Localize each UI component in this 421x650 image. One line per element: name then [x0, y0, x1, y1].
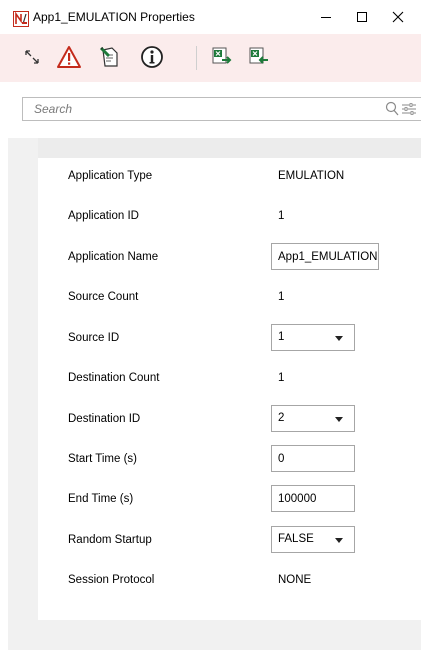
- properties-panel: Application Type EMULATION Application I…: [8, 138, 421, 650]
- search-input[interactable]: [24, 99, 364, 119]
- title-bar: App1_EMULATION Properties: [0, 0, 421, 34]
- property-label: Start Time (s): [68, 453, 138, 465]
- property-row-application-id: Application ID 1: [38, 198, 421, 238]
- edit-document-button[interactable]: [95, 42, 125, 72]
- chevron-down-icon: [335, 538, 343, 543]
- property-value: NONE: [278, 574, 312, 586]
- expand-button[interactable]: [17, 42, 47, 72]
- edit-document-icon: [99, 46, 118, 67]
- category-header[interactable]: [38, 138, 421, 158]
- random-startup-select[interactable]: FALSE: [271, 526, 355, 553]
- warnings-button[interactable]: [54, 42, 84, 72]
- property-label: Random Startup: [68, 534, 152, 546]
- search-bar: [0, 82, 421, 138]
- property-value: 1: [278, 210, 285, 222]
- chevron-down-icon: [335, 417, 343, 422]
- window-title: App1_EMULATION Properties: [33, 10, 195, 24]
- property-label: Source Count: [68, 291, 139, 303]
- property-row-start-time: Start Time (s): [38, 441, 421, 481]
- search-icon[interactable]: [385, 101, 399, 117]
- property-value: 1: [278, 372, 285, 384]
- property-grid: Application Type EMULATION Application I…: [38, 158, 421, 620]
- expand-icon: [25, 50, 39, 64]
- property-label: Destination ID: [68, 413, 141, 425]
- end-time-input[interactable]: [271, 485, 355, 512]
- info-icon: [141, 46, 163, 68]
- property-row-source-count: Source Count 1: [38, 279, 421, 319]
- property-label: Source ID: [68, 332, 120, 344]
- excel-export-icon: [212, 47, 232, 64]
- property-label: End Time (s): [68, 493, 134, 505]
- select-value: 1: [278, 331, 285, 343]
- source-id-select[interactable]: 1: [271, 324, 355, 351]
- property-label: Application Name: [68, 251, 159, 263]
- select-value: 2: [278, 412, 285, 424]
- warning-icon: [57, 46, 81, 68]
- maximize-icon: [357, 12, 367, 22]
- minimize-icon: [321, 17, 331, 18]
- export-excel-button[interactable]: [207, 42, 237, 72]
- property-row-end-time: End Time (s): [38, 481, 421, 521]
- search-box: [22, 97, 421, 121]
- import-excel-button[interactable]: [244, 42, 274, 72]
- toolbar: [0, 34, 421, 82]
- filter-options-icon[interactable]: [401, 102, 417, 116]
- chevron-down-icon: [335, 336, 343, 341]
- property-label: Application Type: [68, 170, 153, 182]
- property-row-random-startup: Random Startup FALSE: [38, 522, 421, 562]
- property-label: Destination Count: [68, 372, 160, 384]
- toolbar-separator: [196, 46, 197, 70]
- property-value: 1: [278, 291, 285, 303]
- start-time-input[interactable]: [271, 445, 355, 472]
- property-label: Session Protocol: [68, 574, 155, 586]
- property-label: Application ID: [68, 210, 139, 222]
- property-row-application-name: Application Name: [38, 239, 421, 279]
- property-row-session-protocol: Session Protocol NONE: [38, 562, 421, 602]
- select-value: FALSE: [278, 533, 314, 545]
- property-row-destination-count: Destination Count 1: [38, 360, 421, 400]
- property-row-application-type: Application Type EMULATION: [38, 158, 421, 198]
- close-icon: [392, 11, 404, 23]
- application-name-input[interactable]: [271, 243, 379, 270]
- close-button[interactable]: [375, 0, 421, 34]
- info-button[interactable]: [137, 42, 167, 72]
- property-row-destination-id: Destination ID 2: [38, 401, 421, 441]
- property-row-source-id: Source ID 1: [38, 320, 421, 360]
- excel-import-icon: [249, 47, 268, 64]
- app-logo-icon: [13, 11, 29, 27]
- property-value: EMULATION: [278, 170, 345, 182]
- destination-id-select[interactable]: 2: [271, 405, 355, 432]
